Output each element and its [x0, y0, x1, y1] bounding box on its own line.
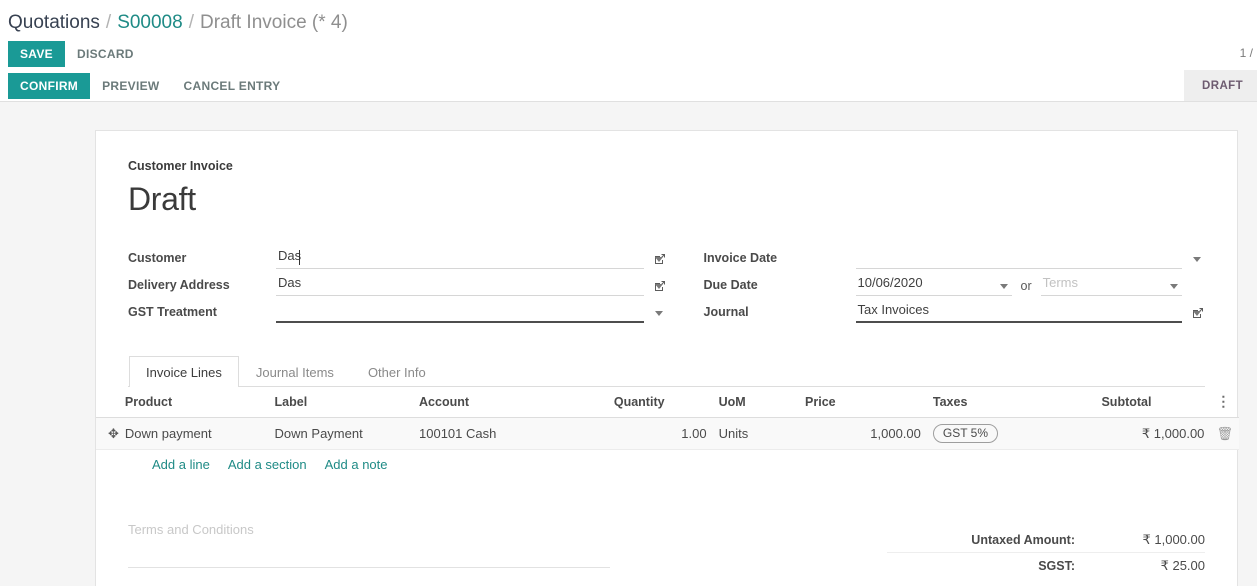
column-header-account: Account [413, 387, 608, 418]
delivery-address-label: Delivery Address [128, 278, 276, 296]
action-toolbar: CONFIRM PREVIEW CANCEL ENTRY DRAFT [0, 70, 1257, 102]
breadcrumb-current: Draft Invoice (* 4) [200, 12, 348, 34]
field-row-journal: Journal Tax Invoices [704, 296, 1206, 323]
save-button[interactable]: SAVE [8, 41, 65, 67]
record-pager[interactable]: 1 / [1240, 46, 1253, 60]
totals-column: Untaxed Amount: ₹ 1,000.00 SGST: ₹ 25.00 [887, 522, 1205, 578]
customer-input[interactable]: Das [276, 248, 644, 269]
journal-label: Journal [704, 305, 856, 323]
breadcrumb-root[interactable]: Quotations [8, 12, 100, 34]
row-drag-handle[interactable]: ✥ [96, 418, 125, 450]
text-cursor [299, 250, 300, 265]
sgst-value: ₹ 25.00 [1097, 558, 1205, 574]
tab-invoice-lines[interactable]: Invoice Lines [129, 356, 239, 387]
form-column-right: Invoice Date Due Date 10/06/2020 [667, 242, 1206, 323]
invoice-form-page: Quotations / S00008 / Draft Invoice (* 4… [0, 0, 1257, 586]
column-header-taxes: Taxes [927, 387, 1096, 418]
cell-account[interactable]: 100101 Cash [413, 418, 608, 450]
terms-and-conditions-input[interactable]: Terms and Conditions [128, 522, 636, 537]
table-header-row: Product Label Account Quantity UoM Price… [96, 387, 1239, 418]
column-header-handle [96, 387, 125, 418]
save-discard-toolbar: SAVE DISCARD 1 / [0, 38, 1257, 70]
sheet-footer: Terms and Conditions Untaxed Amount: ₹ 1… [128, 522, 1205, 578]
gst-treatment-input[interactable] [276, 302, 644, 323]
payment-terms-input[interactable]: Terms [1041, 275, 1182, 296]
column-header-product: Product [125, 387, 269, 418]
field-row-due-date: Due Date 10/06/2020 or Terms [704, 269, 1206, 296]
notebook-tabs: Invoice Lines Journal Items Other Info [128, 355, 1205, 387]
cell-taxes[interactable]: GST 5% [927, 418, 1096, 450]
or-separator-label: or [1021, 279, 1032, 293]
cell-subtotal: ₹ 1,000.00 [1095, 418, 1210, 450]
add-a-note-link[interactable]: Add a note [325, 457, 388, 472]
add-row-links: Add a line Add a section Add a note [128, 450, 1205, 472]
due-date-label: Due Date [704, 278, 856, 296]
confirm-button[interactable]: CONFIRM [8, 73, 90, 99]
table-row[interactable]: ✥ Down payment Down Payment 100101 Cash … [96, 418, 1239, 450]
form-grid: Customer Das [128, 242, 1205, 323]
cell-quantity[interactable]: 1.00 [608, 418, 713, 450]
spacer [1191, 252, 1205, 266]
cancel-entry-button[interactable]: CANCEL ENTRY [172, 73, 293, 99]
delivery-address-input[interactable]: Das [276, 275, 644, 296]
terms-underline [128, 567, 610, 568]
breadcrumb: Quotations / S00008 / Draft Invoice (* 4… [0, 0, 1257, 38]
move-icon[interactable]: ✥ [108, 426, 119, 442]
total-row-untaxed: Untaxed Amount: ₹ 1,000.00 [887, 527, 1205, 552]
external-link-icon-journal[interactable] [1191, 306, 1205, 320]
document-subtitle: Customer Invoice [128, 159, 1205, 173]
delete-line-button[interactable]: 🗑 [1210, 418, 1239, 450]
add-a-line-link[interactable]: Add a line [152, 457, 210, 472]
cell-uom[interactable]: Units [713, 418, 799, 450]
journal-input[interactable]: Tax Invoices [856, 302, 1183, 323]
external-link-icon-customer[interactable] [653, 252, 667, 266]
column-header-subtotal: Subtotal [1095, 387, 1210, 418]
form-column-left: Customer Das [128, 242, 667, 323]
discard-button[interactable]: DISCARD [65, 41, 146, 67]
invoice-date-input[interactable] [856, 248, 1183, 269]
untaxed-amount-label: Untaxed Amount: [887, 533, 1097, 547]
cell-price[interactable]: 1,000.00 [799, 418, 927, 450]
due-date-input[interactable]: 10/06/2020 [856, 275, 1012, 296]
breadcrumb-link-sales-order[interactable]: S00008 [117, 12, 183, 34]
field-row-gst-treatment: GST Treatment [128, 296, 667, 323]
total-row-sgst: SGST: ₹ 25.00 [887, 552, 1205, 578]
spacer [653, 306, 667, 320]
customer-label: Customer [128, 251, 276, 269]
preview-button[interactable]: PREVIEW [90, 73, 171, 99]
invoice-date-label: Invoice Date [704, 251, 856, 269]
invoice-lines-table: Product Label Account Quantity UoM Price… [96, 387, 1239, 450]
column-header-label: Label [269, 387, 413, 418]
page-title: Draft [128, 181, 1205, 218]
status-badge-draft[interactable]: DRAFT [1202, 80, 1243, 92]
field-row-invoice-date: Invoice Date [704, 242, 1206, 269]
column-header-price: Price [799, 387, 927, 418]
untaxed-amount-value: ₹ 1,000.00 [1097, 532, 1205, 548]
add-a-section-link[interactable]: Add a section [228, 457, 307, 472]
terms-column: Terms and Conditions [128, 522, 636, 578]
invoice-sheet: Customer Invoice Draft Customer Das [95, 130, 1238, 586]
gst-treatment-label: GST Treatment [128, 305, 276, 323]
spacer [1191, 279, 1205, 293]
trash-icon[interactable]: 🗑 [1216, 426, 1233, 441]
tab-journal-items[interactable]: Journal Items [239, 356, 351, 387]
breadcrumb-separator-2: / [189, 12, 194, 34]
cell-product[interactable]: Down payment [125, 418, 269, 450]
breadcrumb-separator-1: / [106, 12, 111, 34]
cell-label[interactable]: Down Payment [269, 418, 413, 450]
field-row-customer: Customer Das [128, 242, 667, 269]
field-row-delivery-address: Delivery Address Das [128, 269, 667, 296]
sgst-label: SGST: [887, 559, 1097, 573]
tax-badge[interactable]: GST 5% [933, 424, 998, 443]
optional-columns-button[interactable]: ⋮ [1210, 387, 1239, 418]
sheet-background: Customer Invoice Draft Customer Das [0, 102, 1257, 586]
column-header-uom: UoM [713, 387, 799, 418]
external-link-icon-delivery-address[interactable] [653, 279, 667, 293]
tab-other-info[interactable]: Other Info [351, 356, 443, 387]
column-header-quantity: Quantity [608, 387, 713, 418]
status-bar: DRAFT [1184, 70, 1257, 101]
